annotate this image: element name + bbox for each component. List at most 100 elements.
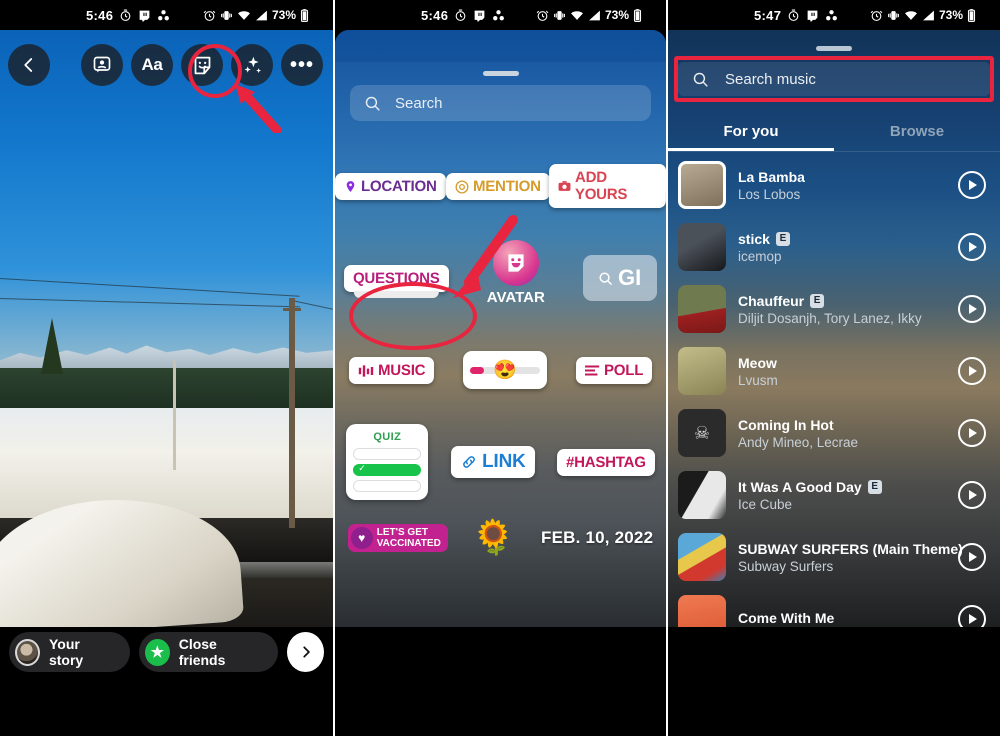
hashtag-sticker[interactable]: #HASHTAG bbox=[556, 448, 655, 476]
track-row[interactable]: Come With Me bbox=[668, 588, 1000, 627]
bandaid-flower-icon: 🌻 bbox=[469, 515, 520, 561]
track-meta: Meow Lvusm bbox=[738, 355, 946, 388]
track-title-row: La Bamba bbox=[738, 169, 946, 185]
bandaid-flower-sticker[interactable]: 🌻 bbox=[470, 514, 520, 562]
play-button[interactable] bbox=[958, 543, 986, 571]
vibrate-icon bbox=[553, 9, 566, 22]
play-triangle-icon bbox=[969, 552, 977, 562]
signal-icon bbox=[588, 9, 601, 22]
track-title: Come With Me bbox=[738, 610, 835, 626]
track-title-row: Meow bbox=[738, 355, 946, 371]
more-options-button[interactable]: ••• bbox=[281, 44, 323, 86]
link-sticker-label: LINK bbox=[481, 451, 526, 472]
fence-post bbox=[173, 360, 176, 470]
track-meta: SUBWAY SURFERS (Main Theme) Subway Surfe… bbox=[738, 541, 963, 574]
add-yours-sticker-label: ADD YOURS bbox=[575, 169, 628, 203]
play-button[interactable] bbox=[958, 171, 986, 199]
battery-icon bbox=[300, 8, 309, 22]
add-photo-sticker-button[interactable] bbox=[81, 44, 123, 86]
wifi-icon bbox=[570, 9, 584, 22]
your-story-button[interactable]: Your story bbox=[9, 632, 130, 672]
gif-sticker[interactable]: GI bbox=[582, 255, 657, 301]
track-row[interactable]: stick E icemop bbox=[668, 216, 1000, 278]
music-search-input[interactable]: Search music bbox=[678, 62, 990, 96]
status-time: 5:46 bbox=[421, 7, 449, 23]
close-friends-button[interactable]: ★ Close friends bbox=[138, 632, 279, 672]
link-sticker[interactable]: LINK bbox=[450, 446, 535, 478]
play-button[interactable] bbox=[958, 481, 986, 509]
tab-for-you[interactable]: For you bbox=[668, 112, 834, 151]
track-row[interactable]: ☠ Coming In Hot Andy Mineo, Lecrae bbox=[668, 402, 1000, 464]
explicit-badge: E bbox=[810, 293, 825, 308]
sticker-search-input[interactable]: Search bbox=[350, 85, 651, 121]
track-title-row: It Was A Good Day E bbox=[738, 479, 946, 495]
next-button[interactable] bbox=[287, 632, 325, 672]
track-meta: Coming In Hot Andy Mineo, Lecrae bbox=[738, 417, 946, 450]
status-bar-3: 5:47 73% bbox=[668, 0, 1000, 30]
search-icon bbox=[693, 72, 708, 87]
mention-sticker[interactable]: MENTION bbox=[445, 172, 550, 200]
your-story-label: Your story bbox=[48, 636, 84, 668]
sheet-drag-handle[interactable] bbox=[816, 46, 852, 51]
play-triangle-icon bbox=[969, 366, 977, 376]
emoji-slider-sticker[interactable]: 😍 bbox=[463, 351, 548, 389]
play-button[interactable] bbox=[958, 605, 986, 627]
twitch-icon bbox=[138, 9, 151, 22]
track-title: It Was A Good Day bbox=[738, 478, 862, 495]
quiz-option-correct bbox=[353, 463, 422, 476]
battery-percent: 73% bbox=[271, 8, 296, 22]
track-title: stick bbox=[738, 230, 770, 247]
questions-sticker-label: QUESTIONS bbox=[353, 269, 441, 287]
track-artist: Ice Cube bbox=[738, 496, 793, 512]
sheet-top-cap bbox=[335, 30, 666, 62]
battery-icon bbox=[967, 8, 976, 22]
pin-icon bbox=[346, 180, 355, 192]
play-button[interactable] bbox=[958, 357, 986, 385]
music-track-list[interactable]: La Bamba Los Lobos stick E icemop Chauff… bbox=[668, 154, 1000, 627]
text-tool-button[interactable]: Aa bbox=[131, 44, 173, 86]
music-sticker[interactable]: MUSIC bbox=[349, 356, 435, 384]
play-button[interactable] bbox=[958, 419, 986, 447]
track-title: SUBWAY SURFERS (Main Theme) bbox=[738, 540, 963, 557]
location-sticker[interactable]: LOCATION bbox=[335, 172, 446, 200]
signal-icon bbox=[255, 9, 268, 22]
track-row[interactable]: Chauffeur E Diljit Dosanjh, Tory Lanez, I… bbox=[668, 278, 1000, 340]
tab-browse[interactable]: Browse bbox=[834, 112, 1000, 151]
play-button[interactable] bbox=[958, 233, 986, 261]
track-artist: Subway Surfers bbox=[738, 558, 834, 574]
bottom-black-area bbox=[668, 627, 1000, 736]
mention-sticker-label: MENTION bbox=[472, 177, 541, 195]
battery-icon bbox=[633, 8, 642, 22]
add-yours-sticker[interactable]: ADD YOURS bbox=[549, 164, 666, 208]
sticker-tool-button[interactable] bbox=[181, 44, 223, 86]
track-artist: Diljit Dosanjh, Tory Lanez, Ikky bbox=[738, 310, 922, 326]
back-button[interactable] bbox=[8, 44, 50, 86]
music-bars-icon bbox=[359, 364, 374, 376]
three-dots-icon: ••• bbox=[289, 54, 314, 76]
track-row[interactable]: Meow Lvusm bbox=[668, 340, 1000, 402]
album-art bbox=[678, 471, 726, 519]
poll-lines-icon bbox=[584, 365, 599, 376]
wifi-icon bbox=[237, 9, 251, 22]
play-triangle-icon bbox=[969, 180, 977, 190]
explicit-badge: E bbox=[775, 231, 790, 246]
track-row[interactable]: La Bamba Los Lobos bbox=[668, 154, 1000, 216]
sheet-drag-handle[interactable] bbox=[482, 71, 519, 76]
date-sticker[interactable]: FEB. 10, 2022 bbox=[541, 528, 653, 548]
track-title-row: SUBWAY SURFERS (Main Theme) bbox=[738, 541, 963, 557]
photo-person-icon bbox=[93, 56, 111, 73]
track-row[interactable]: It Was A Good Day E Ice Cube bbox=[668, 464, 1000, 526]
vibrate-icon bbox=[887, 9, 900, 22]
sticker-smiley-icon bbox=[194, 56, 210, 74]
album-art bbox=[678, 161, 726, 209]
album-art bbox=[678, 223, 726, 271]
quiz-sticker[interactable]: QUIZ bbox=[346, 424, 429, 500]
play-button[interactable] bbox=[958, 295, 986, 323]
status-time: 5:47 bbox=[754, 7, 782, 23]
questions-sticker[interactable]: QUESTIONS bbox=[344, 264, 450, 292]
music-picker-sheet: Search music For you Browse La Bamba Los… bbox=[668, 30, 1000, 627]
poll-sticker[interactable]: POLL bbox=[575, 356, 652, 384]
track-row[interactable]: SUBWAY SURFERS (Main Theme) Subway Surfe… bbox=[668, 526, 1000, 588]
vaccinated-sticker[interactable]: ♥ LET'S GET VACCINATED bbox=[347, 524, 448, 552]
tree-line bbox=[0, 368, 333, 410]
